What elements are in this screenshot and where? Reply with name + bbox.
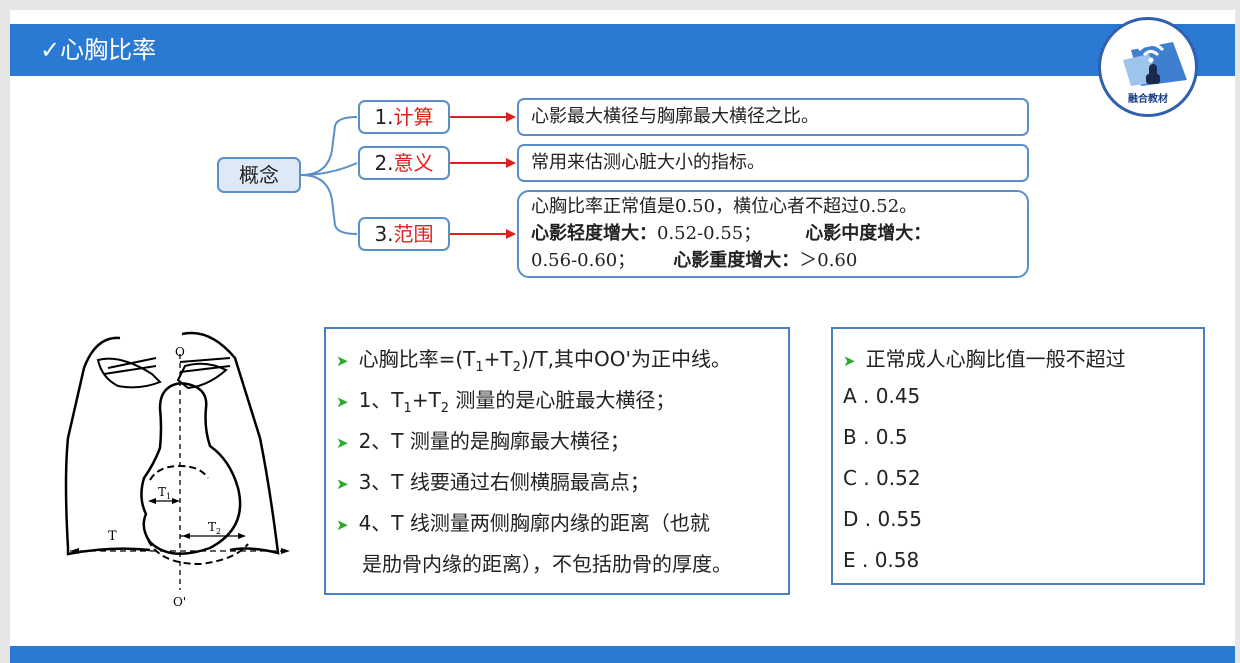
branch-num: 3.	[374, 222, 394, 246]
label-o-prime: O'	[173, 595, 186, 609]
chest-diagram: O O' T T1 T2	[64, 331, 290, 609]
desc-line-2: 心影轻度增大：0.52-0.55； 心影中度增大：	[531, 220, 1027, 247]
branch-keyword: 计算	[393, 105, 434, 129]
moderate-value: 0.56-0.60；	[531, 250, 636, 271]
branch-num: 2.	[374, 151, 394, 175]
label-o: O	[175, 345, 185, 359]
branch-label-meaning: 2.意义	[358, 146, 450, 180]
footer-bar	[10, 646, 1235, 663]
note-item: ➤ 2、T 测量的是胸廓最大横径；	[336, 429, 630, 453]
bullet-arrow-icon: ➤	[336, 434, 349, 452]
option-c[interactable]: C . 0.52	[843, 466, 921, 490]
note-item: ➤ 4、T 线测量两侧胸廓内缘的距离（也就	[336, 511, 710, 535]
note-item: ➤ 1、T1+T2 测量的是心脏最大横径；	[336, 388, 676, 416]
branch-label-range: 3.范围	[358, 217, 450, 251]
option-b[interactable]: B . 0.5	[843, 425, 908, 449]
option-e[interactable]: E . 0.58	[843, 548, 919, 572]
desc-text: 心影最大横径与胸廓最大横径之比。	[531, 106, 819, 127]
bullet-arrow-icon: ➤	[336, 516, 349, 534]
option-a[interactable]: A . 0.45	[843, 384, 920, 408]
note-item: ➤ 心胸比率=(T1+T2)/T,其中OO'为正中线。	[336, 347, 732, 375]
desc-line-3: 0.56-0.60； 心影重度增大：＞0.60	[531, 247, 1027, 274]
moderate-label: 心影中度增大：	[805, 223, 932, 244]
branch-desc-calc: 心影最大横径与胸廓最大横径之比。	[517, 98, 1029, 136]
mild-value: 0.52-0.55；	[657, 223, 762, 244]
desc-text: 心胸比率正常值是0.50，横位心者不超过0.52。	[531, 196, 918, 217]
branch-label-calc: 1.计算	[358, 100, 450, 134]
option-d[interactable]: D . 0.55	[843, 507, 922, 531]
branch-desc-range: 心胸比率正常值是0.50，横位心者不超过0.52。 心影轻度增大：0.52-0.…	[517, 190, 1029, 278]
branch-keyword: 范围	[393, 222, 434, 246]
branch-keyword: 意义	[393, 151, 434, 175]
bullet-arrow-icon: ➤	[336, 475, 349, 493]
note-item: ➤ 3、T 线要通过右侧横膈最高点；	[336, 470, 650, 494]
label-t1: T1	[158, 485, 171, 501]
bullet-arrow-icon: ➤	[336, 393, 349, 411]
mild-label: 心影轻度增大：	[531, 223, 657, 244]
bullet-arrow-icon: ➤	[336, 352, 349, 370]
note-item-cont: 是肋骨内缘的距离），不包括肋骨的厚度。	[362, 552, 732, 576]
label-t2: T2	[208, 520, 221, 536]
severe-label: 心影重度增大：	[673, 250, 800, 271]
concept-node: 概念	[217, 157, 301, 193]
branch-desc-meaning: 常用来估测心脏大小的指标。	[517, 144, 1029, 182]
slide: ✓心胸比率 融合教材 概念 1.计算 2.意义 3.范围 心影最大横径与胸廓最大…	[10, 10, 1235, 663]
notes-box: ➤ 心胸比率=(T1+T2)/T,其中OO'为正中线。 ➤ 1、T1+T2 测量的是…	[324, 327, 790, 595]
label-t: T	[108, 529, 117, 544]
severe-value: ＞0.60	[799, 250, 858, 271]
bullet-arrow-icon: ➤	[843, 352, 856, 370]
branch-num: 1.	[374, 105, 394, 129]
question-box: ➤ 正常成人心胸比值一般不超过 A . 0.45 B . 0.5 C . 0.52…	[831, 327, 1205, 585]
desc-text: 常用来估测心脏大小的指标。	[531, 152, 765, 173]
question-stem: ➤ 正常成人心胸比值一般不超过	[843, 347, 1126, 371]
